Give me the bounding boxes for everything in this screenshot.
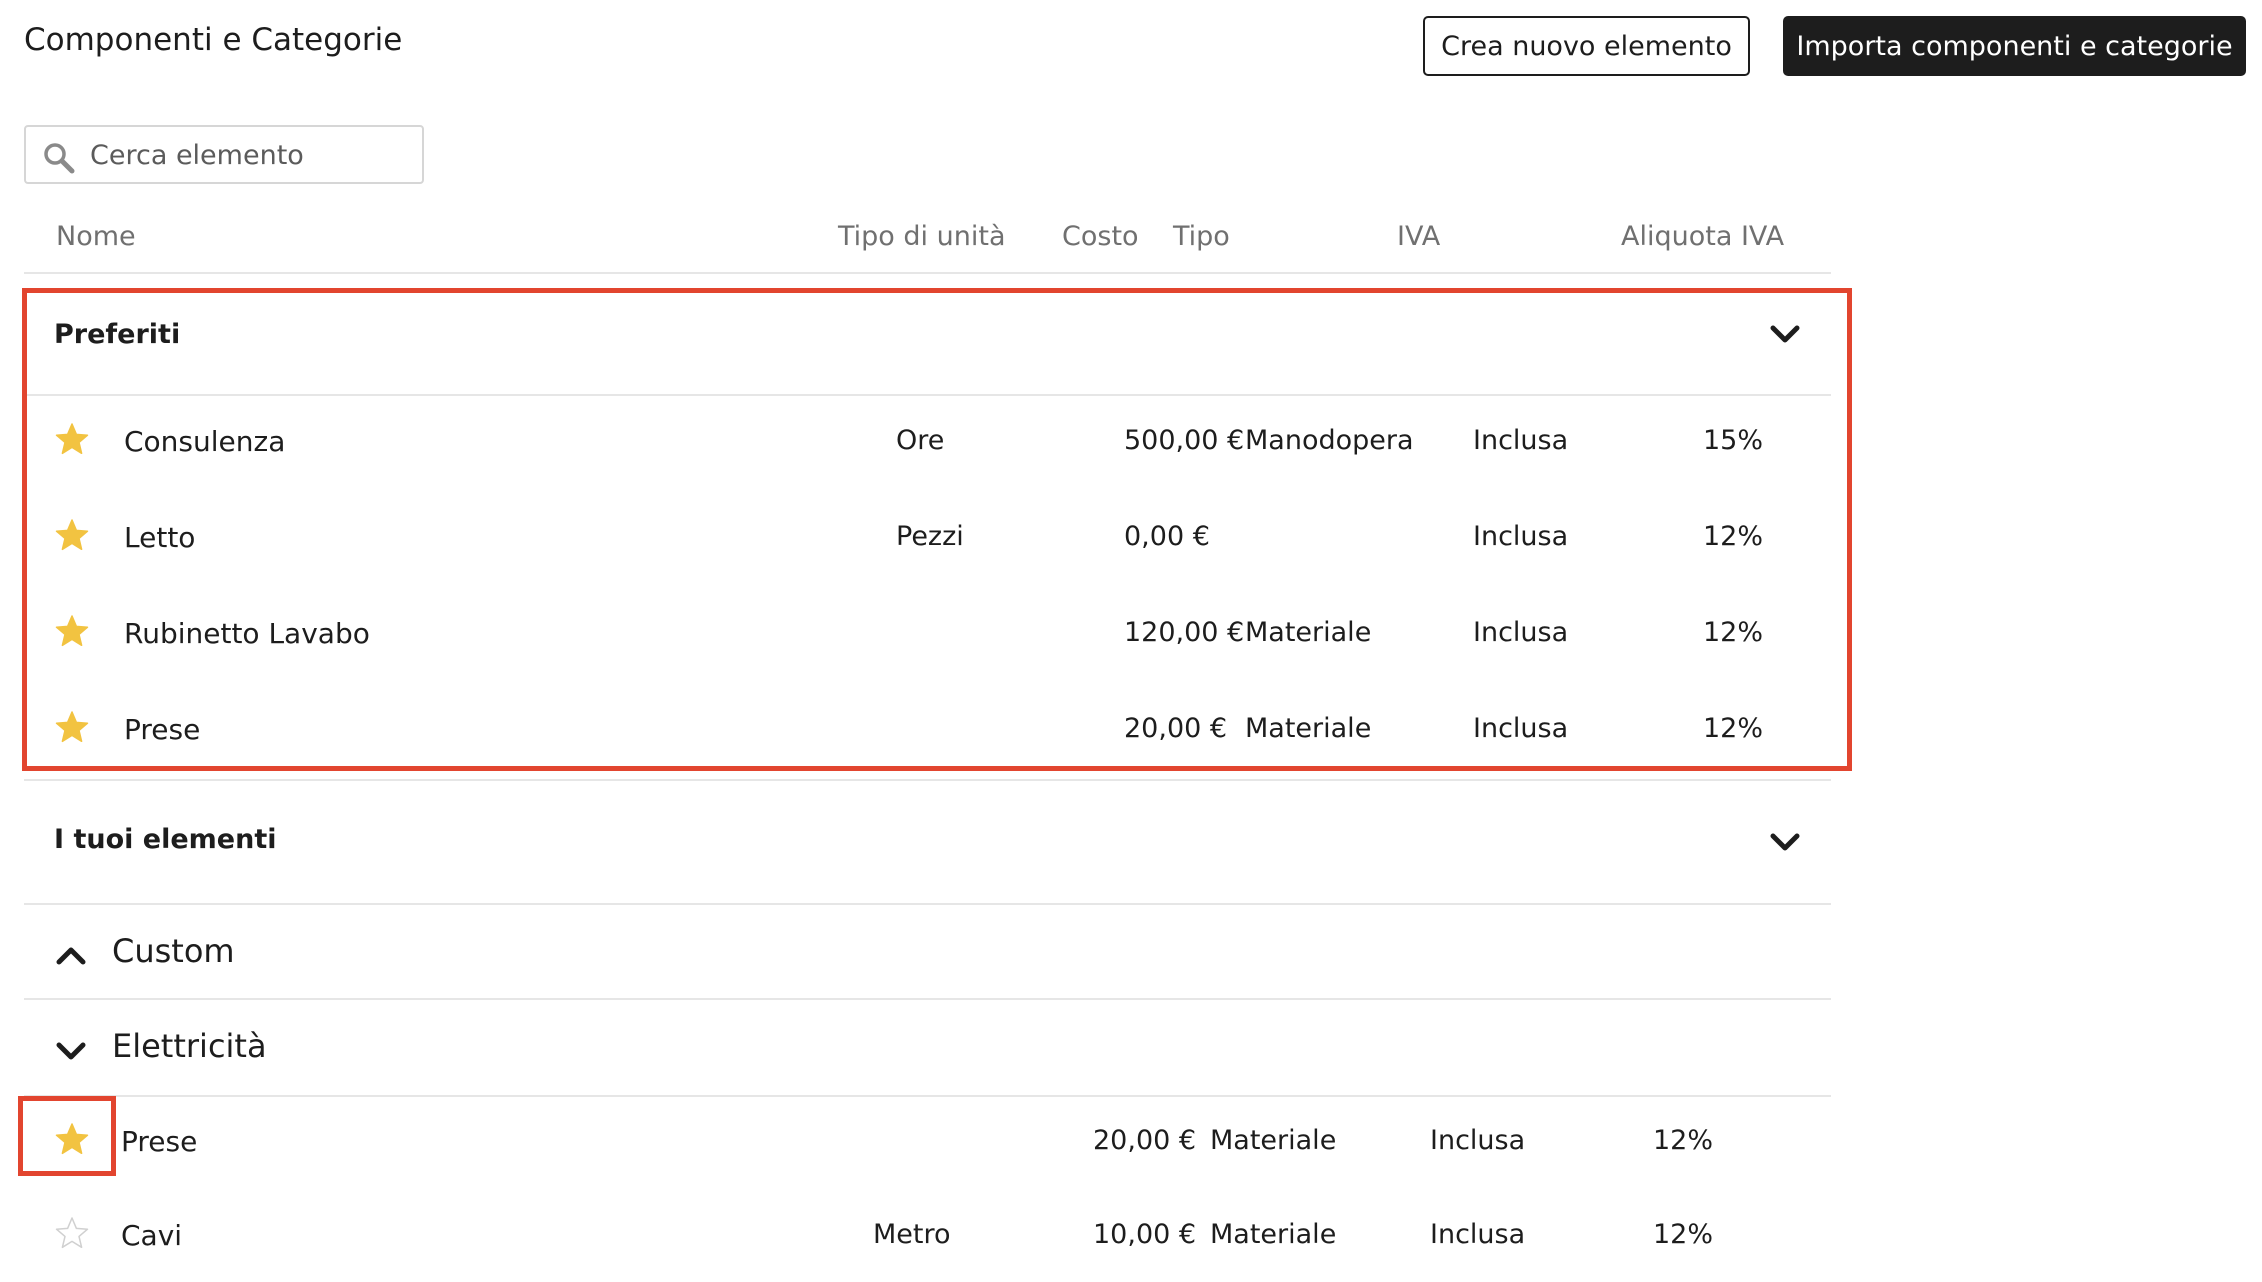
star-highlight-frame [18, 1096, 116, 1176]
your-items-header[interactable]: I tuoi elementi [24, 782, 1831, 902]
row-vat: Inclusa [1430, 1125, 1526, 1156]
search-box[interactable] [24, 125, 424, 184]
favorites-bottom-divider [24, 779, 1831, 781]
column-header-vat[interactable]: IVA [1397, 221, 1440, 252]
favorites-highlight-frame [22, 288, 1852, 771]
chevron-down-icon[interactable] [54, 1034, 88, 1068]
row-vat-rate: 12% [1653, 1219, 1714, 1250]
row-vat-rate: 12% [1653, 1125, 1714, 1156]
category-title-elettricita: Elettricità [112, 1027, 267, 1065]
row-type: Materiale [1210, 1219, 1337, 1250]
category-title-custom: Custom [112, 932, 235, 970]
column-header-name[interactable]: Nome [56, 221, 136, 252]
chevron-up-icon[interactable] [54, 939, 88, 973]
column-header-type[interactable]: Tipo [1173, 221, 1230, 252]
search-input[interactable] [88, 127, 412, 184]
search-icon [44, 143, 75, 174]
row-cost: 20,00 € [1093, 1125, 1197, 1156]
column-header-cost[interactable]: Costo [1062, 221, 1139, 252]
column-header-vat-rate[interactable]: Aliquota IVA [1621, 221, 1784, 252]
row-vat: Inclusa [1430, 1219, 1526, 1250]
row-name: Prese [121, 1125, 198, 1158]
star-outline-icon[interactable] [55, 1216, 89, 1250]
category-custom[interactable]: Custom [24, 905, 1831, 997]
chevron-down-icon[interactable] [1768, 825, 1802, 859]
row-unit-type: Metro [873, 1219, 951, 1250]
category-elettricita[interactable]: Elettricità [24, 1000, 1831, 1094]
table-row[interactable] [24, 1096, 1831, 1188]
import-button[interactable]: Importa componenti e categorie [1783, 16, 2246, 76]
row-name: Cavi [121, 1219, 183, 1252]
page-title: Componenti e Categorie [24, 22, 403, 58]
create-element-button[interactable]: Crea nuovo elemento [1423, 16, 1750, 76]
header-divider [24, 272, 1831, 274]
row-type: Materiale [1210, 1125, 1337, 1156]
column-header-unit-type[interactable]: Tipo di unità [838, 221, 1005, 252]
row-cost: 10,00 € [1093, 1219, 1197, 1250]
your-items-title: I tuoi elementi [54, 824, 277, 855]
